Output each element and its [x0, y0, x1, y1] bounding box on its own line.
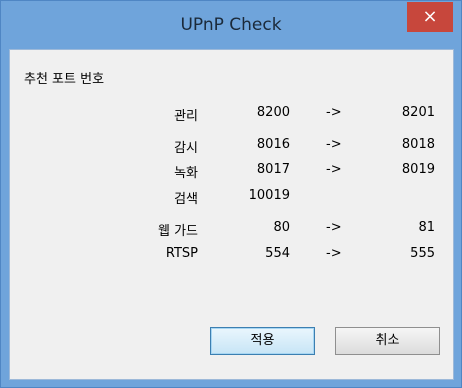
port-from: 8017: [256, 162, 290, 177]
port-to: 8019: [401, 162, 435, 177]
port-to: 8201: [401, 105, 435, 120]
port-row-monitoring: 감시 8016 -> 8018: [10, 137, 453, 159]
port-to: 81: [418, 220, 435, 235]
port-from: 8016: [256, 137, 290, 152]
port-name: RTSP: [165, 246, 198, 261]
port-name: 관리: [174, 109, 198, 124]
port-from: 8200: [256, 105, 290, 120]
port-to: 8018: [401, 137, 435, 152]
close-icon: ×: [422, 6, 438, 27]
dialog-content: 추천 포트 번호 관리 8200 -> 8201 감시 8016 -> 8018…: [9, 49, 454, 380]
port-name: 웹 가드: [157, 224, 198, 239]
port-to: 555: [410, 246, 435, 261]
port-row-recording: 녹화 8017 -> 8019: [10, 162, 453, 184]
port-name: 검색: [174, 192, 198, 207]
apply-button[interactable]: 적용: [210, 327, 315, 355]
port-row-search: 검색 10019: [10, 188, 453, 210]
port-from: 80: [273, 220, 290, 235]
port-arrow: ->: [326, 137, 342, 152]
port-row-web-guard: 웹 가드 80 -> 81: [10, 220, 453, 242]
port-name: 감시: [174, 141, 198, 156]
port-arrow: ->: [326, 246, 342, 261]
port-from: 10019: [248, 188, 290, 203]
close-button[interactable]: ×: [407, 2, 453, 32]
window-title: UPnP Check: [180, 15, 282, 35]
title-bar[interactable]: UPnP Check ×: [1, 1, 461, 49]
port-arrow: ->: [326, 220, 342, 235]
port-name: 녹화: [174, 166, 198, 181]
section-title: 추천 포트 번호: [24, 72, 105, 87]
port-row-management: 관리 8200 -> 8201: [10, 105, 453, 127]
port-row-rtsp: RTSP 554 -> 555: [10, 246, 453, 268]
upnp-check-dialog: UPnP Check × 추천 포트 번호 관리 8200 -> 8201 감시…: [0, 0, 462, 388]
port-arrow: ->: [326, 105, 342, 120]
cancel-button[interactable]: 취소: [335, 327, 440, 355]
port-from: 554: [265, 246, 290, 261]
port-arrow: ->: [326, 162, 342, 177]
